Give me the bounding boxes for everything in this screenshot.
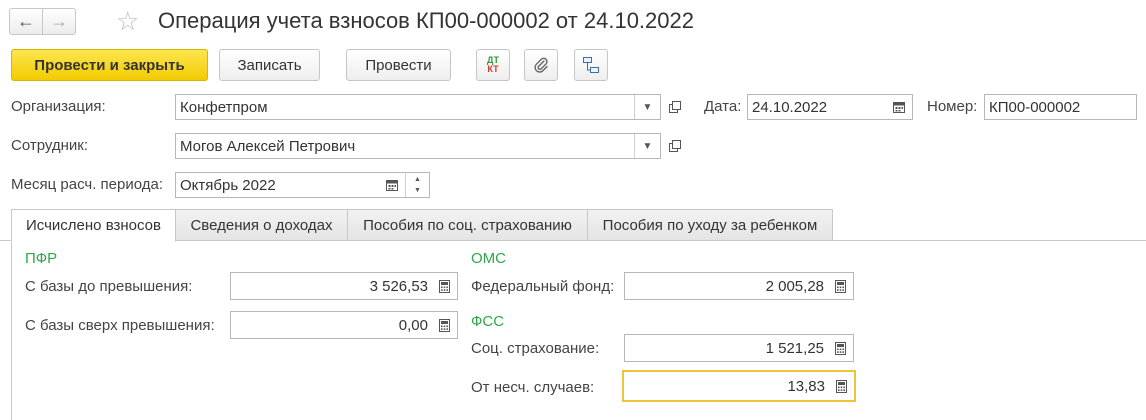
fss-accident-label: От несч. случаев: — [471, 379, 595, 396]
calculator-button[interactable] — [431, 273, 457, 299]
calculator-icon — [438, 279, 450, 293]
post-and-close-button[interactable]: Провести и закрыть — [11, 49, 208, 81]
oms-federal-input[interactable] — [625, 273, 827, 299]
organization-field[interactable]: ▼ — [175, 94, 661, 120]
dropdown-button[interactable]: ▼ — [634, 134, 660, 158]
open-link-icon — [669, 101, 681, 113]
number-label: Номер: — [927, 98, 978, 115]
employee-open-button[interactable] — [664, 133, 686, 159]
calculator-icon — [834, 279, 846, 293]
favorite-star-icon[interactable]: ☆ — [116, 6, 139, 36]
open-link-icon — [669, 140, 681, 152]
date-label: Дата: — [704, 98, 742, 115]
dropdown-button[interactable]: ▼ — [634, 95, 660, 119]
structure-button[interactable] — [574, 49, 608, 81]
forward-button[interactable]: → — [42, 8, 76, 35]
post-button[interactable]: Провести — [346, 49, 451, 81]
fss-social-label: Соц. страхование: — [471, 340, 600, 357]
oms-federal-label: Федеральный фонд: — [471, 278, 615, 295]
arrow-right-icon: → — [50, 11, 68, 31]
calendar-icon — [386, 180, 398, 191]
organization-input[interactable] — [176, 95, 634, 119]
fss-accident-input[interactable] — [624, 372, 828, 400]
oms-federal-field[interactable] — [624, 272, 854, 300]
fss-social-field[interactable] — [624, 334, 854, 362]
chevron-down-icon: ▼ — [642, 140, 653, 152]
pfr-base-below-field[interactable] — [230, 272, 458, 300]
tab-panel-border — [11, 241, 12, 420]
back-button[interactable]: ← — [9, 8, 43, 35]
paperclip-icon — [534, 57, 548, 73]
pfr-base-below-input[interactable] — [231, 273, 431, 299]
organization-open-button[interactable] — [664, 94, 686, 120]
chevron-up-icon[interactable]: ▲ — [414, 174, 421, 185]
pfr-heading: ПФР — [25, 250, 58, 267]
calculator-icon — [834, 341, 846, 355]
calculator-button[interactable] — [828, 372, 854, 400]
fss-social-input[interactable] — [625, 335, 827, 361]
organization-label: Организация: — [11, 98, 106, 115]
calculator-button[interactable] — [827, 335, 853, 361]
hierarchy-icon — [583, 57, 599, 73]
calendar-icon — [893, 102, 905, 113]
tab-contributions[interactable]: Исчислено взносов — [11, 209, 176, 242]
employee-input[interactable] — [176, 134, 634, 158]
dt-kt-button[interactable]: ДТ КТ — [476, 49, 510, 81]
calculator-icon — [438, 318, 450, 332]
arrow-left-icon: ← — [17, 11, 35, 31]
chevron-down-icon: ▼ — [642, 101, 653, 113]
calendar-button[interactable] — [379, 173, 405, 197]
period-label: Месяц расч. периода: — [11, 176, 164, 193]
period-field[interactable]: ▲ ▼ — [175, 172, 430, 198]
number-field[interactable] — [984, 94, 1137, 120]
period-spinner[interactable]: ▲ ▼ — [405, 173, 429, 197]
calculator-button[interactable] — [827, 273, 853, 299]
employee-field[interactable]: ▼ — [175, 133, 661, 159]
date-input[interactable] — [748, 95, 886, 119]
dt-kt-icon: ДТ КТ — [487, 55, 499, 74]
fss-heading: ФСС — [471, 313, 505, 330]
calculator-button[interactable] — [431, 312, 457, 338]
chevron-down-icon[interactable]: ▼ — [414, 185, 421, 196]
pfr-base-above-field[interactable] — [230, 311, 458, 339]
calculator-icon — [835, 379, 847, 393]
oms-heading: ОМС — [471, 250, 506, 267]
calendar-button[interactable] — [886, 95, 912, 119]
attachment-button[interactable] — [524, 49, 558, 81]
fss-accident-field[interactable] — [622, 370, 856, 402]
pfr-base-below-label: С базы до превышения: — [25, 278, 193, 295]
pfr-base-above-label: С базы сверх превышения: — [25, 317, 215, 334]
tab-social-benefits[interactable]: Пособия по соц. страхованию — [347, 209, 588, 241]
tab-childcare-benefits[interactable]: Пособия по уходу за ребенком — [587, 209, 833, 241]
date-field[interactable] — [747, 94, 913, 120]
number-input[interactable] — [985, 95, 1136, 119]
page-title: Операция учета взносов КП00-000002 от 24… — [158, 8, 694, 33]
pfr-base-above-input[interactable] — [231, 312, 431, 338]
period-input[interactable] — [176, 173, 379, 197]
save-button[interactable]: Записать — [219, 49, 320, 81]
tab-income[interactable]: Сведения о доходах — [175, 209, 348, 241]
employee-label: Сотрудник: — [11, 137, 89, 154]
